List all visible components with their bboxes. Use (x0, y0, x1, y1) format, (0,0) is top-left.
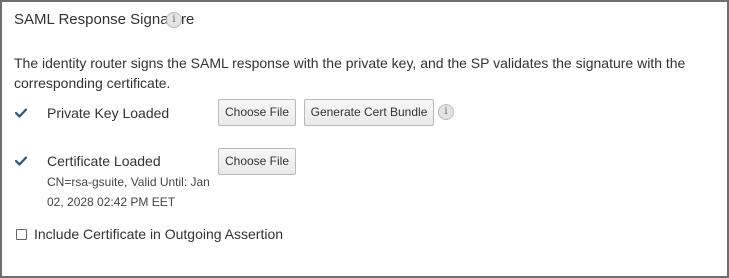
private-key-choose-file-button[interactable]: Choose File (218, 99, 296, 126)
certificate-choose-file-button[interactable]: Choose File (218, 148, 296, 175)
include-certificate-checkbox[interactable] (16, 229, 27, 240)
generate-cert-bundle-button[interactable]: Generate Cert Bundle (304, 99, 434, 126)
private-key-status-label: Private Key Loaded (47, 105, 170, 121)
saml-response-signature-panel: SAML Response Signature i The identity r… (0, 0, 729, 278)
checkmark-icon (15, 156, 27, 166)
certificate-status-label: Certificate Loaded (47, 153, 161, 169)
certificate-details: CN=rsa-gsuite, Valid Until: Jan 02, 2028… (47, 175, 210, 209)
include-certificate-label[interactable]: Include Certificate in Outgoing Assertio… (34, 226, 283, 242)
info-icon[interactable]: i (166, 12, 182, 28)
checkmark-icon (15, 108, 27, 118)
section-description: The identity router signs the SAML respo… (14, 55, 686, 91)
info-icon[interactable]: i (438, 104, 454, 120)
